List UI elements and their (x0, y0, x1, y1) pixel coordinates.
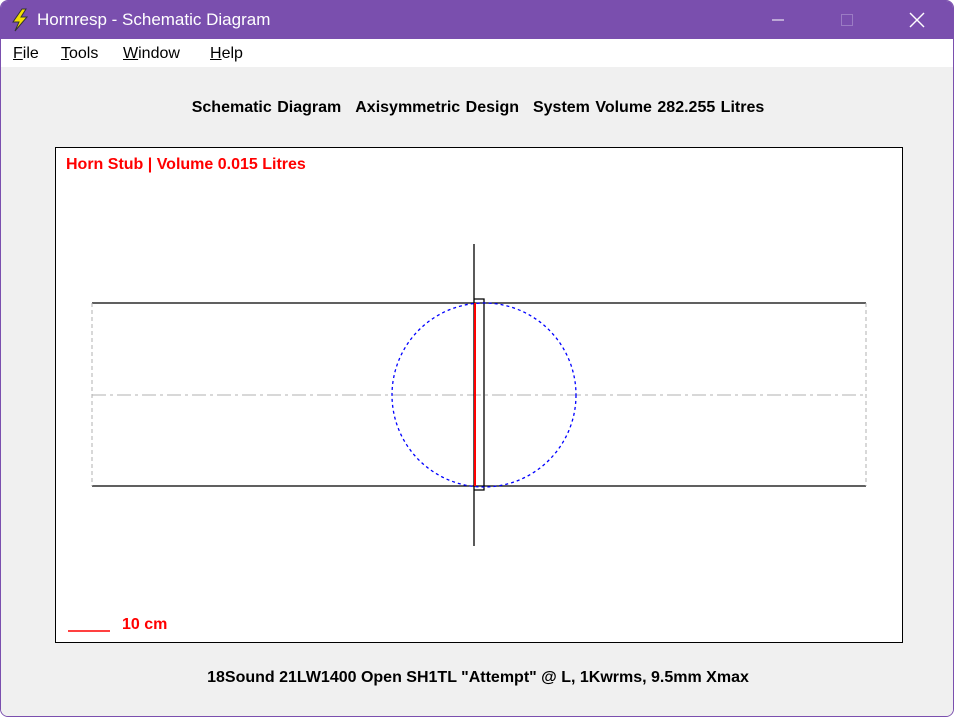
app-window: Hornresp - Schematic Diagram File Tools … (0, 0, 954, 717)
menu-tools[interactable]: Tools (61, 45, 98, 63)
scale-label: 10 cm (122, 616, 168, 633)
menu-bar: File Tools Window Help (1, 39, 953, 67)
driver-description: 18Sound 21LW1400 Open SH1TL "Attempt" @ … (207, 669, 749, 686)
schematic-drawing (68, 244, 867, 632)
heading-title: Schematic Diagram (191, 99, 342, 116)
minimize-icon (772, 19, 784, 21)
menu-help[interactable]: Help (210, 45, 243, 63)
maximize-icon (841, 14, 853, 26)
menu-file[interactable]: File (13, 45, 39, 63)
horn-stub-label: Horn Stub | Volume 0.015 Litres (66, 156, 306, 173)
close-button[interactable] (894, 1, 940, 39)
diagram-heading: Schematic Diagram Axisymmetric Design Syst… (1, 99, 953, 117)
minimize-button[interactable] (755, 1, 801, 39)
client-area: Schematic Diagram Axisymmetric Design Syst… (1, 67, 953, 716)
lightning-bolt-icon (12, 8, 29, 32)
maximize-button (824, 1, 870, 39)
window-title: Hornresp - Schematic Diagram (37, 10, 271, 29)
close-icon (909, 12, 925, 28)
heading-design: Axisymmetric Design (355, 99, 519, 116)
title-bar[interactable]: Hornresp - Schematic Diagram (1, 1, 953, 39)
heading-volume: System Volume 282.255 Litres (532, 99, 765, 116)
schematic-panel: Horn Stub | Volume 0.015 Litres 10 cm (55, 147, 903, 643)
menu-window[interactable]: Window (123, 45, 180, 63)
